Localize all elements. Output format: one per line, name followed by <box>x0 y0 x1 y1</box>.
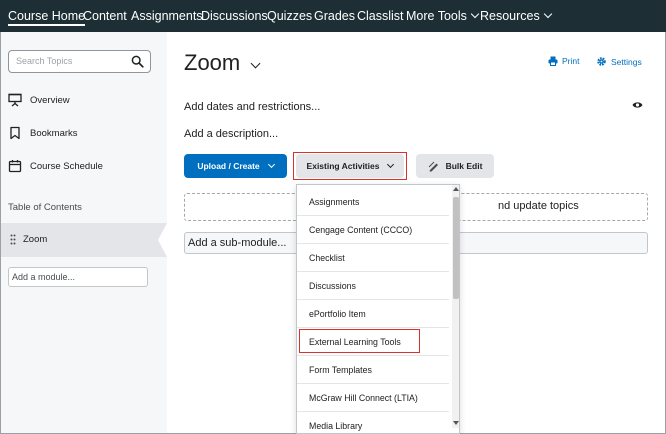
sidebar-item-overview[interactable]: Overview <box>8 90 70 110</box>
scroll-up-arrow-icon[interactable] <box>453 187 459 191</box>
settings-link[interactable]: Settings <box>596 56 642 67</box>
add-module-input[interactable]: Add a module... <box>8 267 148 287</box>
highlight-box-external-learning-tools <box>299 329 420 353</box>
print-label: Print <box>562 56 580 66</box>
toc-heading: Table of Contents <box>8 202 82 213</box>
eye-icon[interactable] <box>632 101 643 109</box>
selection-notch <box>158 223 167 257</box>
sidebar-item-label: Course Schedule <box>30 160 103 172</box>
menu-item-discussions[interactable]: Discussions <box>297 272 449 300</box>
add-submodule-placeholder: Add a sub-module... <box>188 237 287 249</box>
upload-create-button[interactable]: Upload / Create <box>184 154 287 178</box>
printer-icon <box>548 56 558 66</box>
upload-create-label: Upload / Create <box>197 161 260 171</box>
top-navbar: Course Home Content Assignments Discussi… <box>0 0 666 32</box>
highlight-box-existing-activities <box>293 152 407 180</box>
existing-activities-menu: Assignments Cengage Content (CCCO) Check… <box>296 184 460 434</box>
nav-resources-label: Resources <box>480 9 540 23</box>
page-title: Zoom <box>184 50 241 75</box>
search-icon[interactable] <box>131 55 144 68</box>
nav-grades[interactable]: Grades <box>314 8 355 24</box>
menu-scrollbar-thumb[interactable] <box>453 197 459 299</box>
print-link[interactable]: Print <box>548 56 579 66</box>
settings-label: Settings <box>611 56 642 67</box>
bulk-edit-button[interactable]: Bulk Edit <box>416 154 494 178</box>
drop-zone-text: nd update topics <box>498 200 579 212</box>
nav-classlist[interactable]: Classlist <box>357 8 404 24</box>
chevron-down-icon <box>267 160 275 168</box>
nav-content[interactable]: Content <box>83 8 127 24</box>
menu-item-checklist[interactable]: Checklist <box>297 244 449 272</box>
pencil-icon <box>428 161 438 171</box>
chevron-down-icon <box>470 9 480 19</box>
nav-more-tools[interactable]: More Tools <box>406 8 480 24</box>
nav-assignments[interactable]: Assignments <box>131 8 203 24</box>
sidebar-item-label: Bookmarks <box>30 127 78 139</box>
nav-course-home[interactable]: Course Home <box>8 8 86 26</box>
menu-item-assignments[interactable]: Assignments <box>297 188 449 216</box>
presentation-icon <box>8 93 22 107</box>
menu-item-cengage-content[interactable]: Cengage Content (CCCO) <box>297 216 449 244</box>
chevron-down-icon <box>543 9 552 19</box>
bulk-edit-label: Bulk Edit <box>445 161 483 171</box>
add-description-link[interactable]: Add a description... <box>184 128 278 140</box>
menu-item-form-templates[interactable]: Form Templates <box>297 356 449 384</box>
drag-handle-icon[interactable] <box>10 234 16 245</box>
nav-quizzes[interactable]: Quizzes <box>267 8 312 24</box>
nav-discussions[interactable]: Discussions <box>201 8 268 24</box>
sidebar-item-bookmarks[interactable]: Bookmarks <box>8 123 78 143</box>
sidebar-module-zoom[interactable]: Zoom <box>1 223 167 257</box>
nav-resources[interactable]: Resources <box>480 8 552 24</box>
search-input[interactable] <box>16 56 126 66</box>
add-dates-link[interactable]: Add dates and restrictions... <box>184 101 320 113</box>
menu-item-eportfolio-item[interactable]: ePortfolio Item <box>297 300 449 328</box>
menu-item-media-library[interactable]: Media Library <box>297 412 449 433</box>
scroll-down-arrow-icon[interactable] <box>453 421 459 425</box>
sidebar-item-course-schedule[interactable]: Course Schedule <box>8 156 103 176</box>
nav-more-tools-label: More Tools <box>406 9 467 23</box>
menu-item-mcgraw-hill-connect[interactable]: McGraw Hill Connect (LTIA) <box>297 384 449 412</box>
module-label: Zoom <box>23 234 48 245</box>
calendar-icon <box>8 160 22 173</box>
bookmark-icon <box>10 126 20 140</box>
search-box <box>8 50 151 73</box>
sidebar-item-label: Overview <box>30 94 70 106</box>
gear-icon <box>597 57 606 66</box>
